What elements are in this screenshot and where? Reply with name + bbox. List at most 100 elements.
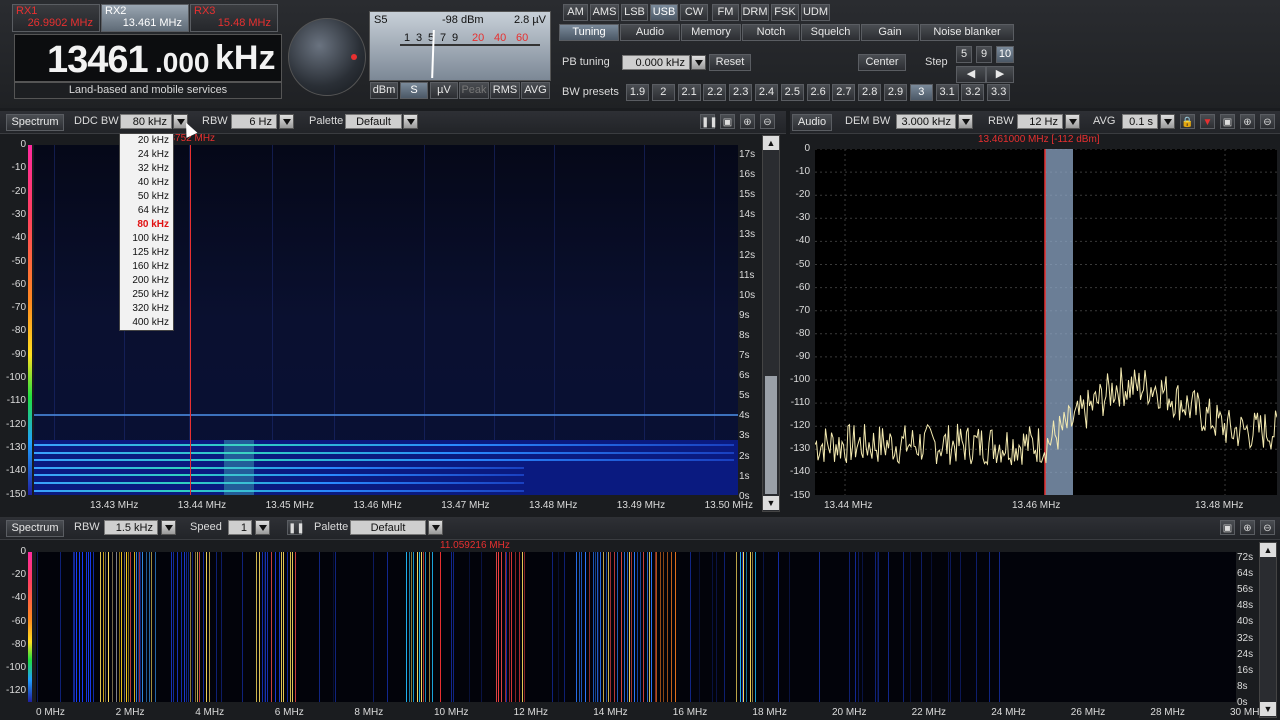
wide-pause-icon[interactable]: ❚❚ [287,520,305,535]
mode-fm-button[interactable]: FM [712,4,739,21]
step-5-button[interactable]: 5 [956,46,972,63]
tuning-knob[interactable] [288,18,366,96]
tab-memory[interactable]: Memory [681,24,741,41]
mode-udm-button[interactable]: UDM [801,4,830,21]
wide-zoom-in-icon[interactable]: ⊕ [1240,520,1255,535]
ddc-bw-option[interactable]: 320 kHz [120,302,173,316]
pause-icon[interactable]: ❚❚ [700,114,718,129]
wide-rbw-select[interactable]: 1.5 kHz [104,520,158,535]
ddc-bw-option[interactable]: 32 kHz [120,162,173,176]
bw-preset-button[interactable]: 2.1 [677,84,701,101]
ddc-spectrum-button[interactable]: Spectrum [6,114,64,131]
bw-preset-button[interactable]: 2.6 [806,84,830,101]
mode-am-button[interactable]: AM [563,4,588,21]
mode-lsb-button[interactable]: LSB [621,4,648,21]
tab-tuning[interactable]: Tuning [559,24,619,41]
mode-drm-button[interactable]: DRM [741,4,769,21]
bw-preset-button[interactable]: 2.9 [884,84,907,101]
dem-bw-select[interactable]: 3.000 kHz [896,114,956,129]
speed-dropdown[interactable] [255,520,270,535]
audio-rbw-dropdown[interactable] [1065,114,1080,129]
ddc-bw-option[interactable]: 80 kHz [120,218,173,232]
bw-preset-button[interactable]: 2.8 [858,84,882,101]
meter-peak-button[interactable]: Peak [459,82,489,99]
wide-waterfall[interactable] [36,552,1236,702]
tab-squelch[interactable]: Squelch [801,24,860,41]
ddc-bw-option[interactable]: 40 kHz [120,176,173,190]
ddc-rbw-dropdown[interactable] [279,114,294,129]
wide-scroll-up-icon[interactable]: ▲ [1260,543,1276,557]
audio-zoom-in-icon[interactable]: ⊕ [1240,114,1255,129]
ddc-bw-select[interactable]: 80 kHz [120,114,172,129]
wide-scrollbar[interactable]: ▲ ▼ [1259,542,1277,718]
bw-preset-button[interactable]: 2.4 [755,84,778,101]
scroll-up-icon[interactable]: ▲ [763,136,779,150]
scroll-down-icon[interactable]: ▼ [763,496,779,510]
ddc-bw-option[interactable]: 50 kHz [120,190,173,204]
rx1-tab[interactable]: RX1 26.9902 MHz [12,4,100,32]
wide-rbw-dropdown[interactable] [161,520,176,535]
meter-rms-button[interactable]: RMS [490,82,520,99]
unit-uv-button[interactable]: µV [430,82,458,99]
step-right-button[interactable]: ▶ [986,66,1014,83]
tab-notch[interactable]: Notch [742,24,800,41]
zoom-in-icon[interactable]: ⊕ [740,114,755,129]
bw-preset-button[interactable]: 2.2 [703,84,727,101]
bw-preset-button[interactable]: 3.3 [987,84,1011,101]
ddc-bw-option[interactable]: 400 kHz [120,316,173,330]
mode-cw-button[interactable]: CW [680,4,708,21]
wide-palette-select[interactable]: Default [350,520,426,535]
dem-bw-dropdown[interactable] [958,114,973,129]
ddc-palette-dropdown[interactable] [403,114,418,129]
bw-preset-button[interactable]: 2.3 [729,84,753,101]
wide-save-icon[interactable]: ▣ [1220,520,1235,535]
unit-dbm-button[interactable]: dBm [370,82,398,99]
meter-avg-button[interactable]: AVG [521,82,550,99]
reset-button[interactable]: Reset [709,54,751,71]
ddc-bw-option[interactable]: 125 kHz [120,246,173,260]
tab-audio[interactable]: Audio [620,24,680,41]
bw-preset-button[interactable]: 2 [651,84,675,101]
pb-tuning-field[interactable]: 0.000 kHz [622,55,690,70]
scroll-thumb[interactable] [765,376,777,494]
ddc-bw-option[interactable]: 160 kHz [120,260,173,274]
bw-preset-button[interactable]: 3.2 [961,84,985,101]
ddc-bw-option[interactable]: 64 kHz [120,204,173,218]
bw-preset-button[interactable]: 2.7 [832,84,856,101]
ddc-bw-option[interactable]: 200 kHz [120,274,173,288]
bw-preset-button[interactable]: 2.5 [780,84,804,101]
marker-icon[interactable]: ▼ [1200,114,1215,129]
ddc-bw-option[interactable]: 100 kHz [120,232,173,246]
zoom-out-icon[interactable]: ⊖ [760,114,775,129]
save-icon[interactable]: ▣ [720,114,735,129]
audio-rbw-select[interactable]: 12 Hz [1017,114,1063,129]
mode-fsk-button[interactable]: FSK [771,4,799,21]
ddc-rbw-select[interactable]: 6 Hz [231,114,277,129]
rx3-tab[interactable]: RX3 15.48 MHz [190,4,278,32]
frequency-display[interactable]: 13461 .000 kHz [14,34,282,82]
step-9-button[interactable]: 9 [976,46,992,63]
avg-select[interactable]: 0.1 s [1122,114,1158,129]
audio-save-icon[interactable]: ▣ [1220,114,1235,129]
bw-preset-button[interactable]: 1.9 [626,84,649,101]
pb-tuning-dropdown[interactable] [691,55,706,70]
tab-noise-blanker[interactable]: Noise blanker [920,24,1014,41]
wide-scroll-down-icon[interactable]: ▼ [1260,702,1276,716]
center-button[interactable]: Center [858,54,906,71]
avg-dropdown[interactable] [1160,114,1175,129]
unit-s-button[interactable]: S [400,82,428,99]
bw-preset-button[interactable]: 3 [909,84,933,101]
mode-usb-button[interactable]: USB [650,4,678,21]
ddc-bw-option[interactable]: 20 kHz [120,134,173,148]
rx2-tab[interactable]: RX2 13.461 MHz [101,4,189,32]
ddc-scrollbar[interactable]: ▲ ▼ [762,135,780,512]
lock-icon[interactable]: 🔒 [1180,114,1195,129]
wide-palette-dropdown[interactable] [428,520,443,535]
ddc-palette-select[interactable]: Default [345,114,402,129]
mode-ams-button[interactable]: AMS [590,4,619,21]
step-left-button[interactable]: ◀ [956,66,986,83]
tab-gain[interactable]: Gain [861,24,919,41]
speed-select[interactable]: 1 [228,520,252,535]
wide-spectrum-button[interactable]: Spectrum [6,520,64,537]
step-10-button[interactable]: 10 [996,46,1014,63]
